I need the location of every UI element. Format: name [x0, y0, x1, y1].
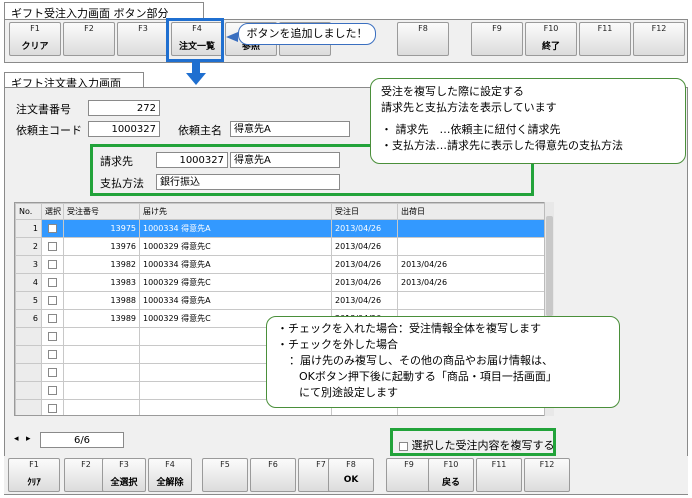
scrollbar-thumb[interactable] — [546, 216, 553, 316]
billing-label: 請求先 — [100, 155, 133, 168]
row-select-checkbox[interactable] — [48, 224, 57, 233]
table-row[interactable]: 2 13976 1000329 得意先C 2013/04/26 — [15, 237, 546, 256]
top-f9-button[interactable]: F9 — [471, 22, 523, 56]
row-select-checkbox[interactable] — [48, 314, 57, 323]
bottom-f12-button[interactable]: F12 — [524, 458, 570, 492]
copy-selected-orders-checkbox[interactable]: 選択した受注内容を複写する — [399, 437, 555, 453]
requester-code-label: 依頼主コード — [16, 124, 82, 137]
row-select-checkbox[interactable] — [48, 386, 57, 395]
pager-display: 6/6 — [40, 432, 124, 448]
row-select-checkbox[interactable] — [48, 260, 57, 269]
bottom-f5-button[interactable]: F5 — [202, 458, 248, 492]
callout-pointer-icon — [226, 32, 238, 42]
col-ship-date-header: 出荷日 — [397, 203, 546, 220]
arrow-down-icon — [186, 60, 206, 85]
col-order-date-header: 受注日 — [331, 203, 398, 220]
top-f1-clear-button[interactable]: F1 クリア — [9, 22, 61, 56]
requester-name-label: 依頼主名 — [178, 124, 222, 137]
order-no-field[interactable]: 272 — [88, 100, 160, 116]
grid-header-row: No. 選択 受注番号 届け先 受注日 出荷日 — [15, 203, 546, 220]
top-f8-button[interactable]: F8 — [397, 22, 449, 56]
top-f11-button[interactable]: F11 — [579, 22, 631, 56]
checkbox-explanation-callout: ・チェックを入れた場合：受注情報全体を複写します ・チェックを外した場合 ：届け… — [266, 316, 620, 408]
col-select-header: 選択 — [41, 203, 64, 220]
row-select-checkbox[interactable] — [48, 332, 57, 341]
bottom-f10-back-button[interactable]: F10 戻る — [428, 458, 474, 492]
bottom-f3-select-all-button[interactable]: F3 全選択 — [102, 458, 146, 492]
bottom-f6-button[interactable]: F6 — [250, 458, 296, 492]
col-no-header: No. — [15, 203, 42, 220]
table-row[interactable]: 5 13988 1000334 得意先A 2013/04/26 — [15, 291, 546, 310]
f4-highlight-frame — [166, 18, 224, 62]
requester-code-field[interactable]: 1000327 — [88, 121, 160, 137]
row-select-checkbox[interactable] — [48, 368, 57, 377]
bottom-f11-button[interactable]: F11 — [476, 458, 522, 492]
bottom-f9-button[interactable]: F9 — [386, 458, 432, 492]
table-row[interactable]: 3 13982 1000334 得意先A 2013/04/26 2013/04/… — [15, 255, 546, 274]
row-select-checkbox[interactable] — [48, 242, 57, 251]
top-f3-button[interactable]: F3 — [117, 22, 169, 56]
table-row[interactable]: 4 13983 1000329 得意先C 2013/04/26 2013/04/… — [15, 273, 546, 292]
row-select-checkbox[interactable] — [48, 350, 57, 359]
col-order-no-header: 受注番号 — [63, 203, 140, 220]
payment-method-label: 支払方法 — [100, 177, 144, 190]
order-no-label: 注文書番号 — [16, 103, 71, 116]
requester-name-field[interactable]: 得意先A — [230, 121, 350, 137]
billing-explanation-callout: 受注を複写した際に設定する 請求先と支払方法を表示しています ・ 請求先 …依頼… — [370, 78, 686, 164]
top-f10-exit-button[interactable]: F10 終了 — [525, 22, 577, 56]
copy-checkbox-icon[interactable] — [399, 441, 408, 451]
top-f12-button[interactable]: F12 — [633, 22, 685, 56]
col-destination-header: 届け先 — [139, 203, 332, 220]
table-row[interactable]: 1 13975 1000334 得意先A 2013/04/26 — [15, 219, 546, 238]
row-select-checkbox[interactable] — [48, 278, 57, 287]
pager-next-icon[interactable]: ▸ — [26, 434, 31, 444]
bottom-f8-ok-button[interactable]: F8 OK — [328, 458, 374, 492]
pager-prev-icon[interactable]: ◂ — [14, 434, 19, 444]
top-f2-button[interactable]: F2 — [63, 22, 115, 56]
bottom-function-key-bar: F1 ｸﾘｱ F2 F3 全選択 F4 全解除 F5 F6 F7 F8 OK F9 F1… — [4, 456, 688, 494]
billing-name-field: 得意先A — [230, 152, 340, 168]
added-button-callout: ボタンを追加しました！ — [238, 23, 376, 45]
bottom-f4-deselect-all-button[interactable]: F4 全解除 — [148, 458, 192, 492]
billing-code-field: 1000327 — [156, 152, 228, 168]
row-select-checkbox[interactable] — [48, 404, 57, 413]
bottom-f1-clear-button[interactable]: F1 ｸﾘｱ — [8, 458, 60, 492]
row-select-checkbox[interactable] — [48, 296, 57, 305]
payment-method-field: 銀行振込 — [156, 174, 340, 190]
